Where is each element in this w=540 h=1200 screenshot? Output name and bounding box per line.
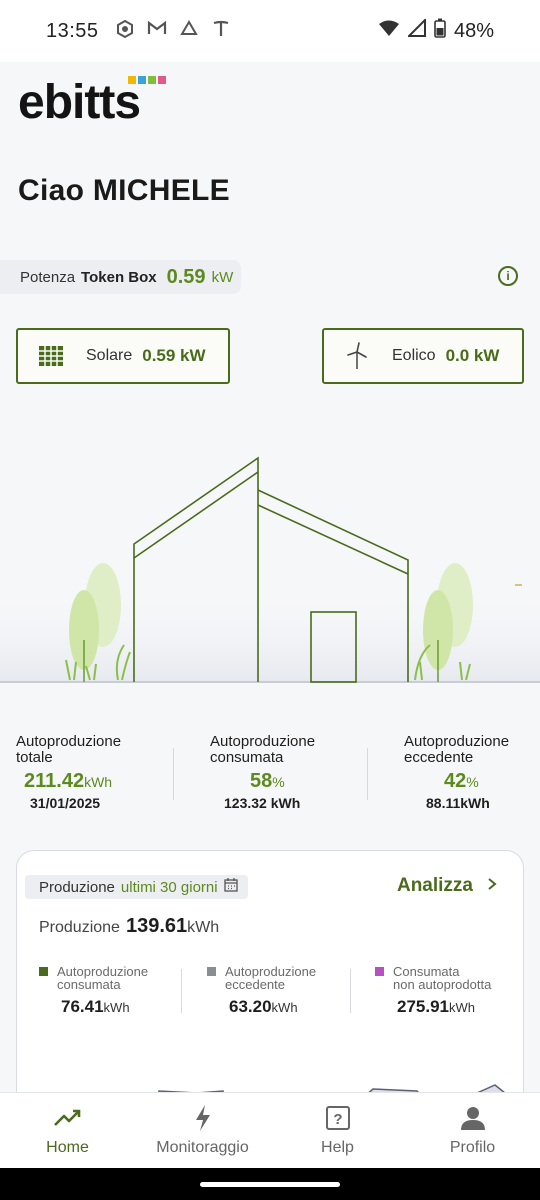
token-box-power: Potenza Token Box 0.59 kW [0,260,242,294]
info-icon[interactable]: i [498,266,518,286]
trending-up-icon [0,1103,135,1133]
legend-value: 76.41kWh [61,997,130,1016]
nav-home[interactable]: Home [0,1103,135,1157]
user-icon [405,1103,540,1133]
solar-value: 0.59 kW [142,346,206,365]
legend-label: Autoproduzione eccedente [225,964,317,992]
stat-value: 42% [444,770,479,792]
wind-label: Eolico [392,347,436,364]
legend-label: Consumata non autoprodotta [393,964,492,992]
legend-value: 275.91kWh [397,997,475,1016]
crypto-app-icon [115,19,135,43]
stat-label: Autoproduzione eccedente [404,733,510,766]
notification-icons [115,19,231,43]
solar-label: Solare [86,347,133,364]
wind-card[interactable]: Eolico 0.0 kW [322,328,524,384]
analyze-label: Analizza [396,875,473,896]
period-value: ultimi 30 giorni [120,878,218,896]
home-indicator[interactable] [200,1182,340,1187]
legend-swatch [375,967,384,976]
legend-excess: Autoproduzione eccedente 63.20kWh [207,965,357,1017]
nav-profile-label: Profilo [449,1139,496,1156]
svg-text:?: ? [333,1111,342,1128]
stat-excess: Autoproduzione eccedente 42% 88.11kWh [404,733,540,812]
nav-help[interactable]: ? Help [270,1103,405,1157]
wind-value: 0.0 kW [445,346,500,365]
solar-panel-icon [38,345,64,367]
app-logo: ebitts [18,74,198,129]
divider [181,969,182,1013]
power-label-strong: Token Box [81,268,157,286]
legend-swatch [39,967,48,976]
svg-text:ebitts: ebitts [18,76,140,126]
production-total-label: Produzione [39,919,120,936]
drive-icon [179,19,199,43]
stat-label: Autoproduzione consumata [210,733,316,766]
stat-consumed: Autoproduzione consumata 58% 123.32 kWh [210,733,370,812]
gmail-icon [147,20,167,43]
chevron-right-icon [487,877,497,896]
production-total-value: 139.61 [125,915,188,937]
power-label-prefix: Potenza [20,268,76,286]
nav-monitoring-label: Monitoraggio [156,1139,249,1156]
production-total-unit: kWh [187,919,220,936]
power-value: 0.59 [166,265,206,288]
legend-value: 63.20kWh [229,997,298,1016]
divider [173,748,174,800]
battery-icon [434,18,446,44]
greeting-title: Ciao MICHELE [18,174,230,207]
power-unit: kW [211,268,234,286]
stat-sub: 88.11kWh [426,795,490,811]
nav-home-label: Home [46,1139,89,1156]
legend-label: Autoproduzione consumata [57,964,149,992]
period-prefix: Produzione [39,878,115,896]
divider [350,969,351,1013]
self-production-stats: Autoproduzione totale 211.42kWh 31/01/202… [0,734,540,824]
stat-sub: 123.32 kWh [224,795,301,811]
nav-monitoring[interactable]: Monitoraggio [135,1103,270,1157]
analyze-link[interactable]: Analizza [397,875,497,897]
period-selector[interactable]: Produzione ultimi 30 giorni [25,875,248,899]
status-time: 13:55 [46,19,99,42]
house-illustration [0,440,540,690]
legend-swatch [207,967,216,976]
bottom-navigation: Home Monitoraggio ? Help Profilo [0,1092,540,1168]
production-total: Produzione 139.61kWh [39,915,219,938]
divider [367,748,368,800]
stat-sub: 31/01/2025 [30,795,101,811]
status-bar: 13:55 48% [0,0,540,62]
stat-value: 58% [250,770,285,792]
nav-help-label: Help [321,1139,354,1156]
solar-card[interactable]: Solare 0.59 kW [16,328,230,384]
signal-icon [406,17,426,43]
calendar-icon [223,878,238,896]
legend-not-self-produced: Consumata non autoprodotta 275.91kWh [375,965,525,1017]
stat-value: 211.42kWh [24,770,113,792]
stat-total: Autoproduzione totale 211.42kWh 31/01/202… [16,733,176,812]
wifi-icon [378,19,400,43]
tesla-icon [211,20,231,43]
help-icon: ? [270,1103,405,1133]
lightning-icon [135,1103,270,1133]
wind-turbine-icon [344,342,370,369]
battery-percent: 48% [453,19,494,42]
stat-label: Autoproduzione totale [16,733,122,766]
nav-profile[interactable]: Profilo [405,1103,540,1157]
legend-consumed: Autoproduzione consumata 76.41kWh [39,965,189,1017]
gesture-bar [0,1168,540,1200]
